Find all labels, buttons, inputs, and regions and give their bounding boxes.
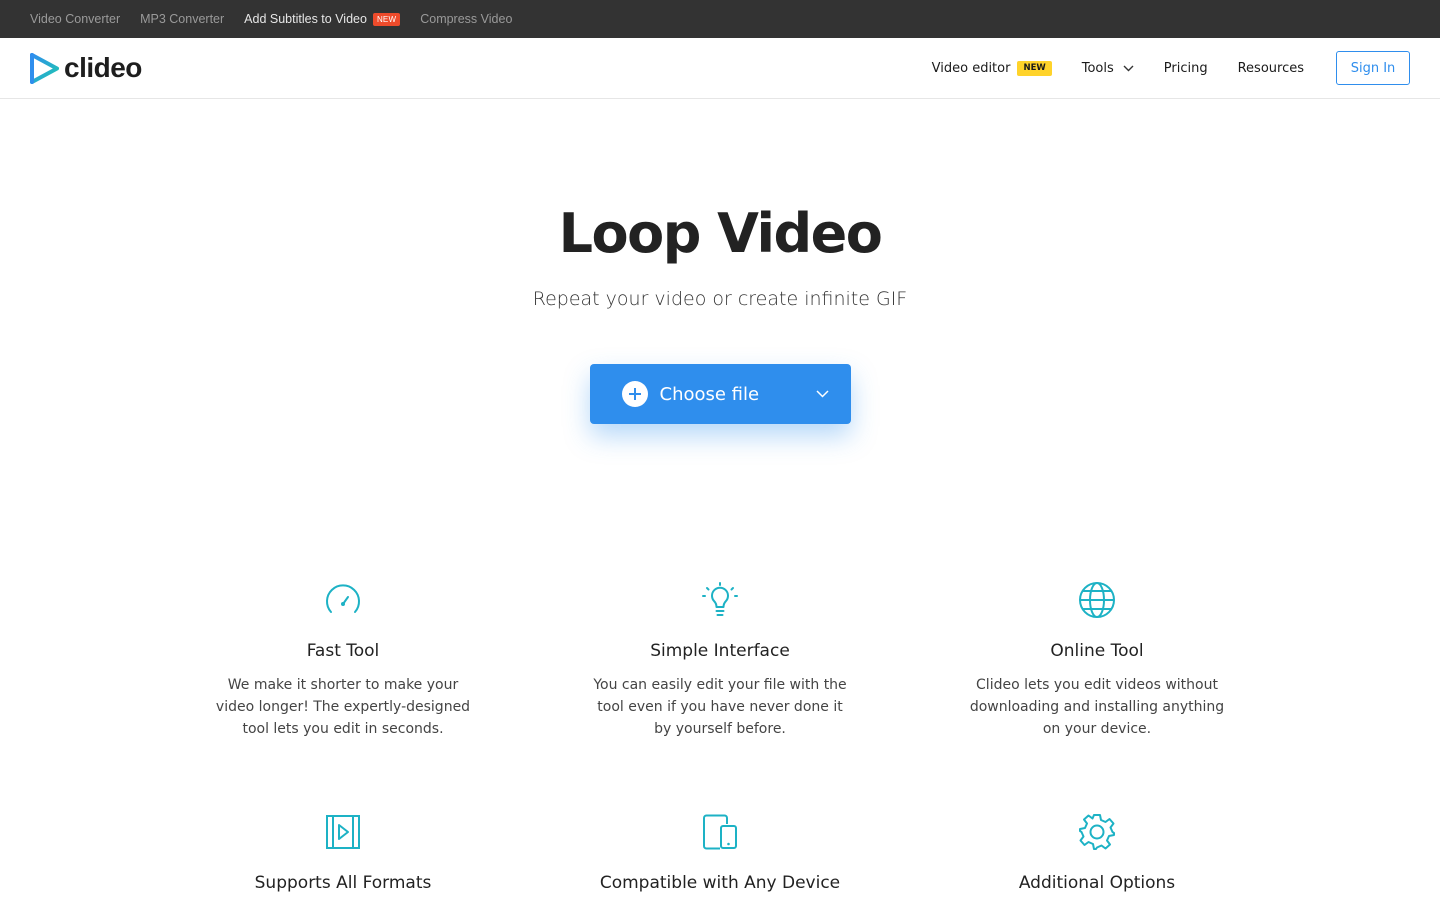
feature-fast-tool: Fast Tool We make it shorter to make you… [155, 580, 532, 740]
new-badge: NEW [372, 12, 401, 26]
feature-title: Simple Interface [650, 641, 790, 661]
devices-icon [703, 814, 737, 850]
choose-file-button[interactable]: Choose file [589, 364, 851, 424]
video-file-icon [326, 815, 360, 849]
nav-resources[interactable]: Resources [1238, 61, 1304, 76]
feature-title: Additional Options [1018, 873, 1176, 893]
main-nav: Video editor NEW Tools Pricing Resources… [932, 51, 1410, 85]
nav-tools-label: Tools [1081, 60, 1114, 76]
lightbulb-icon [702, 582, 738, 616]
feature-online-tool: Online Tool Clideo lets you edit videos … [909, 580, 1286, 740]
features-section: Fast Tool We make it shorter to make you… [0, 580, 1440, 894]
plus-circle-icon [621, 381, 648, 407]
chevron-down-icon [1123, 65, 1134, 71]
top-promo-bar: Video Converter MP3 Converter Add Subtit… [0, 0, 1440, 38]
page-title: Loop Video [558, 202, 883, 265]
feature-title: Compatible with Any Device [599, 873, 841, 893]
feature-text: We make it shorter to make your video lo… [215, 677, 471, 737]
features-row: Fast Tool We make it shorter to make you… [0, 580, 1440, 740]
gear-icon [1079, 814, 1115, 850]
nav-video-editor[interactable]: Video editor NEW [931, 60, 1052, 76]
nav-tools-dropdown[interactable]: Tools [1082, 61, 1134, 76]
topbar-link-label: Add Subtitles to Video [244, 12, 367, 26]
choose-file-label: Choose file [659, 383, 760, 405]
feature-simple-interface: Simple Interface You can easily edit you… [532, 580, 909, 740]
feature-text: You can easily edit your file with the t… [593, 677, 847, 737]
chevron-down-icon [816, 390, 829, 398]
new-badge: NEW [1017, 60, 1052, 76]
choose-file-dropdown-toggle[interactable] [795, 364, 851, 424]
hero-section: Loop Video Repeat your video or create i… [0, 203, 1440, 424]
topbar-link-mp3-converter[interactable]: MP3 Converter [140, 12, 224, 26]
feature-title: Supports All Formats [254, 873, 432, 893]
logo-wordmark: clideo [64, 52, 142, 83]
features-row: Supports All Formats Compatible with Any… [0, 812, 1440, 894]
nav-video-editor-label: Video editor [931, 60, 1011, 76]
clideo-logo[interactable]: clideo [30, 52, 142, 84]
speedometer-icon [326, 584, 360, 613]
topbar-link-add-subtitles[interactable]: Add Subtitles to Video NEW [244, 12, 401, 26]
feature-compatible-any-device: Compatible with Any Device [532, 812, 909, 894]
clideo-logo-icon [30, 52, 59, 84]
nav-pricing[interactable]: Pricing [1164, 61, 1208, 76]
feature-additional-options: Additional Options [909, 812, 1286, 894]
page-subtitle: Repeat your video or create infinite GIF [532, 288, 908, 310]
topbar-link-video-converter[interactable]: Video Converter [30, 12, 120, 26]
sign-in-button[interactable]: Sign In [1336, 51, 1410, 85]
feature-title: Online Tool [1050, 641, 1144, 661]
choose-file-group: Choose file [589, 364, 851, 424]
feature-title: Fast Tool [306, 641, 380, 661]
feature-supports-all-formats: Supports All Formats [155, 812, 532, 894]
site-header: clideo Video editor NEW Tools Pricing Re… [0, 38, 1440, 99]
globe-icon [1079, 582, 1115, 618]
feature-text: Clideo lets you edit videos without down… [969, 677, 1225, 737]
topbar-link-compress-video[interactable]: Compress Video [420, 12, 512, 26]
